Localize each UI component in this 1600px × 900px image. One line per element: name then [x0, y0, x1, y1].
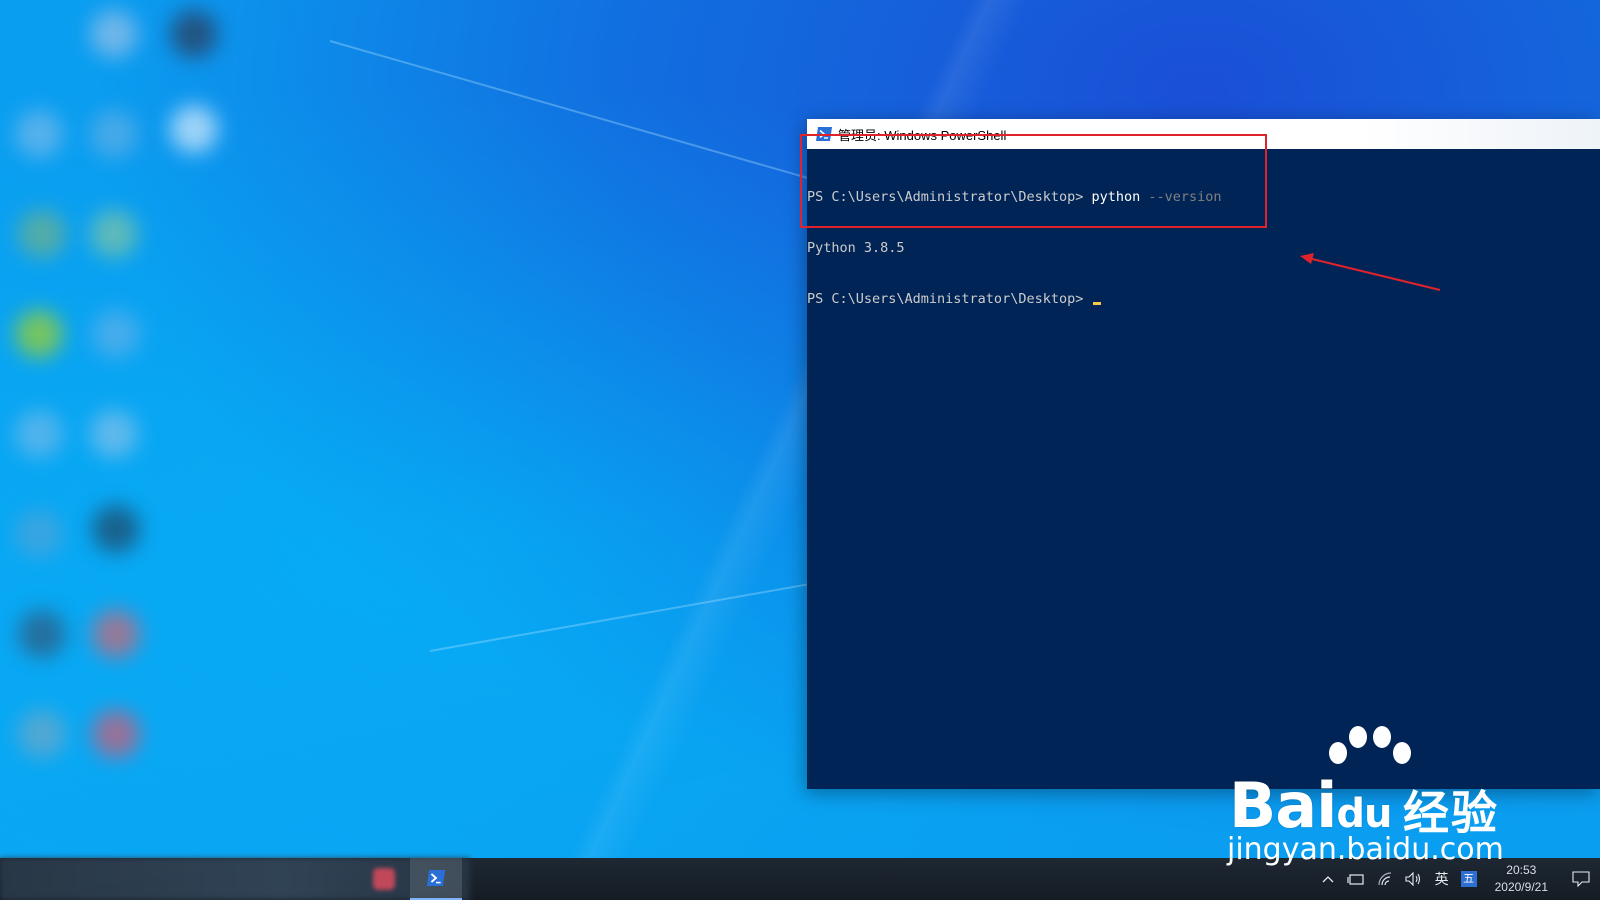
desktop-shortcut-icon[interactable] [15, 410, 63, 458]
desktop-shortcut-icon[interactable] [15, 110, 63, 158]
desktop-shortcut-icon[interactable] [92, 610, 140, 658]
console-prompt: PS C:\Users\Administrator\Desktop> [807, 291, 1092, 307]
console-line: Python 3.8.5 [807, 240, 1600, 257]
console-output-text: Python 3.8.5 [807, 240, 905, 256]
desktop-shortcut-icon[interactable] [92, 310, 140, 358]
watermark-brand-suffix: du [1336, 791, 1392, 837]
clock-date: 2020/9/21 [1494, 880, 1548, 894]
clock-time: 20:53 [1506, 863, 1537, 877]
desktop-shortcut-icon[interactable] [170, 10, 218, 58]
desktop-shortcut-icon[interactable] [92, 710, 140, 758]
light-beam [429, 580, 825, 652]
taskbar-app-button[interactable] [358, 858, 410, 900]
taskbar-clock[interactable]: 20:53 2020/9/21 [1495, 862, 1548, 896]
taskbar: 英 五 20:53 2020/9/21 [0, 858, 1600, 900]
blurred-app-icon [373, 868, 395, 890]
desktop-shortcut-icon[interactable] [18, 710, 66, 758]
tablet-icon[interactable] [1347, 872, 1365, 886]
console-line: PS C:\Users\Administrator\Desktop> [807, 291, 1600, 308]
annotation-arrow-icon [1300, 253, 1441, 291]
wifi-icon[interactable] [1377, 872, 1393, 886]
desktop-shortcut-icon[interactable] [170, 105, 218, 153]
desktop-shortcut-icon[interactable] [92, 505, 140, 553]
highlight-rectangle [800, 134, 1267, 228]
taskbar-powershell-button[interactable] [410, 858, 462, 900]
desktop-shortcut-icon[interactable] [90, 10, 138, 58]
chevron-up-icon[interactable] [1321, 874, 1335, 884]
ime-mode-indicator[interactable]: 英 [1435, 869, 1449, 889]
desktop-shortcut-icon[interactable] [18, 610, 66, 658]
light-beam [329, 40, 811, 180]
desktop-shortcut-icon[interactable] [15, 510, 63, 558]
text-cursor [1093, 302, 1102, 305]
powershell-icon [426, 870, 446, 886]
desktop-shortcut-icon[interactable] [18, 210, 66, 258]
volume-icon[interactable] [1405, 872, 1423, 886]
ime-icon-label: 五 [1463, 873, 1475, 885]
ime-icon[interactable]: 五 [1460, 871, 1477, 887]
desktop-shortcut-icon[interactable] [90, 110, 138, 158]
notification-icon [1572, 871, 1590, 887]
system-tray: 英 五 20:53 2020/9/21 [1315, 858, 1600, 900]
desktop-shortcut-icon[interactable] [90, 210, 138, 258]
desktop-shortcut-icon[interactable] [90, 410, 138, 458]
notification-center-button[interactable] [1562, 858, 1600, 900]
desktop-shortcut-icon[interactable] [15, 310, 63, 358]
